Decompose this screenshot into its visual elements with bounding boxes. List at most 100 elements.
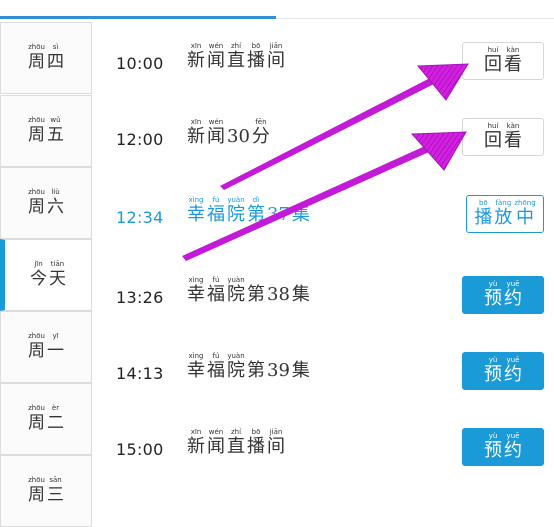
day-item-today[interactable]: jīn 今 tiān 天 — [0, 239, 92, 311]
ruby-character: 集 — [292, 352, 310, 382]
ruby-character: fú 福 — [207, 352, 225, 382]
pinyin-annotation: yuē — [506, 356, 520, 364]
hanzi-character: 周 — [28, 52, 45, 72]
program-title: xìng 幸 fú 福 yuàn 院第 38 集 — [186, 276, 311, 306]
program-row[interactable]: 15:00 xīn 新 wén 闻 zhí 直 bō 播 jiān 间 yù 预 yuē 约 — [92, 408, 554, 486]
hanzi-character: 福 — [207, 284, 225, 305]
program-time: 10:00 — [116, 54, 164, 73]
day-item[interactable]: zhōu 周 yī 一 — [0, 311, 92, 383]
pinyin-annotation: zhōng — [514, 199, 536, 207]
pinyin-annotation: kàn — [506, 122, 520, 130]
program-row[interactable]: 13:26 xìng 幸 fú 福 yuàn 院第 38 集 yù 预 yuē 约 — [92, 256, 554, 334]
pinyin-annotation: wǔ — [50, 116, 61, 124]
pinyin-annotation: jiān — [269, 42, 283, 50]
program-row[interactable]: 14:13 xìng 幸 fú 福 yuàn 院第 39 集 yù 预 yuē 约 — [92, 332, 554, 410]
hanzi-character: 39 — [267, 360, 290, 381]
pinyin-annotation: yī — [52, 332, 59, 340]
program-title: xīn 新 wén 闻 zhí 直 bō 播 jiān 间 — [186, 42, 286, 72]
ruby-character: zhí 直 — [227, 42, 245, 72]
ruby-character: yù 预 — [484, 280, 502, 310]
reserve-button[interactable]: yù 预 yuē 约 — [462, 428, 544, 466]
hanzi-character: 约 — [504, 288, 522, 309]
hanzi-character: 幸 — [187, 360, 205, 381]
hanzi-character: 集 — [291, 284, 310, 305]
hanzi-character: 幸 — [187, 284, 205, 305]
day-item[interactable]: zhōu 周 èr 二 — [0, 383, 92, 455]
day-item[interactable]: zhōu 周 liù 六 — [0, 167, 92, 239]
ruby-character: 集 — [292, 276, 310, 306]
ruby-character: kàn 看 — [504, 122, 522, 152]
ruby-character: xìng 幸 — [187, 352, 205, 382]
pinyin-annotation: wén — [208, 42, 224, 50]
ruby-character: tiān 天 — [49, 260, 66, 290]
ruby-character: yù 预 — [484, 356, 502, 386]
program-row[interactable]: 12:34 xìng 幸 fú 福 yuàn 院 dì 第 37 集 bō 播 fàng 放 zhōng 中 — [92, 176, 554, 254]
pinyin-annotation: bō — [251, 428, 261, 436]
ruby-character: wǔ 五 — [47, 116, 64, 146]
replay-button[interactable]: huí 回 kàn 看 — [462, 118, 544, 156]
pinyin-annotation: zhōu — [28, 332, 45, 340]
ruby-character: bō 播 — [247, 42, 265, 72]
hanzi-character: 一 — [47, 341, 64, 361]
pinyin-annotation: jiān — [269, 428, 283, 436]
ruby-character: wén 闻 — [207, 118, 225, 148]
ruby-character: zhōu 周 — [28, 116, 45, 146]
pinyin-annotation: xīn — [190, 42, 202, 50]
pinyin-annotation: jīn — [34, 260, 43, 268]
pinyin-annotation: zhōu — [28, 404, 45, 412]
ruby-character: wén 闻 — [207, 42, 225, 72]
ruby-character: yuē 约 — [504, 280, 522, 310]
ruby-character: huí 回 — [484, 122, 502, 152]
reserve-button[interactable]: yù 预 yuē 约 — [462, 276, 544, 314]
pinyin-annotation: liù — [51, 188, 60, 196]
hanzi-character: 分 — [251, 126, 270, 147]
ruby-character: èr 二 — [47, 404, 64, 434]
pinyin-annotation: xìng — [188, 196, 204, 204]
replay-button[interactable]: huí 回 kàn 看 — [462, 42, 544, 80]
ruby-character: xìng 幸 — [187, 276, 205, 306]
pinyin-annotation: bō — [251, 42, 261, 50]
hanzi-character: 周 — [28, 197, 45, 217]
day-item[interactable]: zhōu 周 sì 四 — [0, 22, 92, 94]
hanzi-character: 第 — [247, 360, 265, 381]
ruby-character: jiān 间 — [267, 42, 285, 72]
reserve-button[interactable]: yù 预 yuē 约 — [462, 352, 544, 390]
ruby-character: bō 播 — [474, 199, 492, 229]
hanzi-character: 福 — [207, 360, 225, 381]
program-time: 14:13 — [116, 364, 164, 383]
ruby-character: yuàn 院 — [227, 196, 245, 226]
pinyin-annotation: zhōu — [28, 476, 45, 484]
pinyin-annotation: xīn — [190, 428, 202, 436]
program-time: 12:34 — [116, 208, 164, 227]
pinyin-annotation: xìng — [188, 352, 204, 360]
ruby-character: jīn 今 — [30, 260, 47, 290]
hanzi-character: 看 — [504, 130, 522, 151]
hanzi-character: 周 — [28, 413, 45, 433]
pinyin-annotation: xìng — [188, 276, 204, 284]
pinyin-annotation: sì — [52, 43, 59, 51]
pinyin-annotation: yù — [488, 432, 498, 440]
program-row[interactable]: 12:00 xīn 新 wén 闻 30 fēn 分 huí 回 kàn 看 — [92, 98, 554, 176]
program-time: 13:26 — [116, 288, 164, 307]
ruby-character: 39 — [267, 352, 290, 382]
hanzi-character: 新 — [187, 126, 205, 147]
hanzi-character: 三 — [47, 485, 64, 505]
hanzi-character: 院 — [227, 284, 245, 305]
program-row[interactable]: 10:00 xīn 新 wén 闻 zhí 直 bō 播 jiān 间 huí 回 kàn 看 — [92, 22, 554, 100]
hanzi-character: 今 — [30, 269, 47, 289]
hanzi-character: 六 — [47, 197, 64, 217]
hanzi-character: 回 — [484, 130, 502, 151]
day-item[interactable]: zhōu 周 wǔ 五 — [0, 95, 92, 167]
tab-bar — [0, 0, 554, 22]
day-item[interactable]: zhōu 周 sān 三 — [0, 455, 92, 527]
pinyin-annotation: fú — [212, 196, 220, 204]
pinyin-annotation: dì — [252, 196, 260, 204]
now-playing-button[interactable]: bō 播 fàng 放 zhōng 中 — [466, 195, 544, 233]
hanzi-character: 周 — [28, 341, 45, 361]
ruby-character: sì 四 — [47, 43, 64, 73]
ruby-character: dì 第 — [247, 196, 265, 226]
hanzi-character: 闻 — [207, 436, 225, 457]
hanzi-character: 集 — [291, 204, 310, 225]
hanzi-character: 新 — [187, 50, 205, 71]
hanzi-character: 院 — [227, 360, 245, 381]
